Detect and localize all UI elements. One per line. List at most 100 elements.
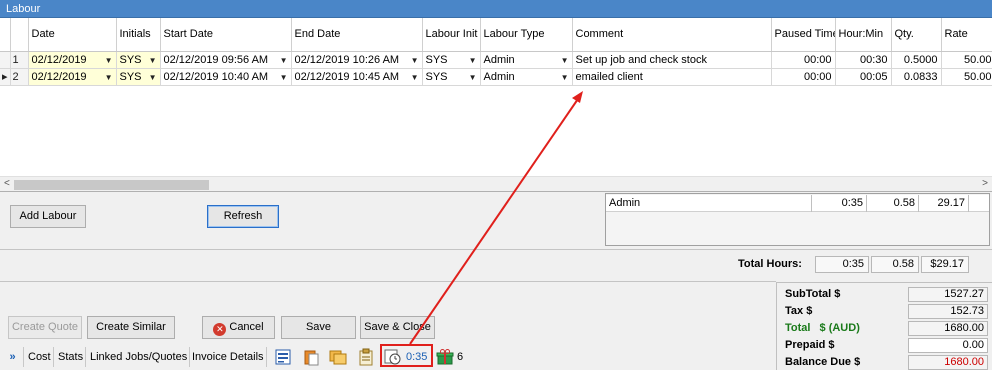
tab-linked-jobs-quotes[interactable]: Linked Jobs/Quotes	[88, 347, 191, 367]
column-header-rate[interactable]: Rate	[941, 18, 992, 52]
qty-cell[interactable]: 0.5000	[891, 51, 942, 69]
labour-init-cell[interactable]: SYS ▼	[422, 68, 481, 86]
column-header-start-date[interactable]: Start Date	[160, 18, 292, 52]
total-label: Total $ (AUD)	[785, 322, 860, 334]
folders-icon[interactable]	[329, 348, 347, 366]
column-header-labour-init[interactable]: Labour Init	[422, 18, 481, 52]
date-cell[interactable]: 02/12/2019 ▼	[28, 51, 117, 69]
start-date-value: 02/12/2019 09:56 AM	[163, 53, 269, 66]
paste-icon[interactable]	[302, 348, 320, 366]
row-indicator[interactable]: ▸	[0, 68, 11, 86]
summary-hours: 0.58	[867, 195, 919, 212]
dropdown-arrow-icon[interactable]: ▼	[105, 73, 113, 82]
hour-min-cell[interactable]: 00:05	[835, 68, 892, 86]
tab-invoice-details[interactable]: Invoice Details	[190, 347, 267, 367]
paused-time-cell[interactable]: 00:00	[771, 51, 836, 69]
total-time-value: 0:35	[815, 256, 869, 273]
rate-cell[interactable]: 50.00	[941, 51, 992, 69]
cancel-button[interactable]: ✕ Cancel	[202, 316, 275, 339]
grid-header-row: Date Initials Start Date End Date Labour…	[0, 18, 992, 52]
labour-init-cell[interactable]: SYS ▼	[422, 51, 481, 69]
dropdown-arrow-icon[interactable]: ▼	[411, 73, 419, 82]
table-row[interactable]: 1 02/12/2019 ▼ SYS ▼ 02/12/2019 09:56 AM ▼ …	[0, 51, 992, 69]
scroll-left-icon[interactable]: <	[4, 178, 10, 189]
rate-cell[interactable]: 50.00	[941, 68, 992, 86]
end-date-value: 02/12/2019 10:26 AM	[294, 53, 400, 66]
start-date-value: 02/12/2019 10:40 AM	[163, 70, 269, 83]
column-header-end-date[interactable]: End Date	[291, 18, 423, 52]
column-header-comment[interactable]: Comment	[572, 18, 772, 52]
create-quote-button[interactable]: Create Quote	[8, 316, 82, 339]
end-date-cell[interactable]: 02/12/2019 10:45 AM ▼	[291, 68, 423, 86]
save-close-button[interactable]: Save & Close	[360, 316, 435, 339]
qty-cell[interactable]: 0.0833	[891, 68, 942, 86]
dropdown-arrow-icon[interactable]: ▼	[411, 56, 419, 65]
summary-amount: 29.17	[919, 195, 969, 212]
subtotal-value: 1527.27	[908, 287, 988, 302]
dropdown-arrow-icon[interactable]: ▼	[280, 56, 288, 65]
hour-min-cell[interactable]: 00:30	[835, 51, 892, 69]
subtotal-label: SubTotal $	[785, 288, 841, 300]
dropdown-arrow-icon[interactable]: ▼	[469, 56, 477, 65]
column-header-hour-min[interactable]: Hour:Min	[835, 18, 892, 52]
dropdown-arrow-icon[interactable]: ▼	[149, 56, 157, 65]
tax-label: Tax $	[785, 305, 813, 317]
date-cell[interactable]: 02/12/2019 ▼	[28, 68, 117, 86]
labour-type-value: Admin	[483, 53, 515, 66]
labour-init-value: SYS	[425, 53, 448, 66]
refresh-button[interactable]: Refresh	[207, 205, 279, 228]
gift-icon[interactable]	[436, 348, 454, 366]
initials-value: SYS	[119, 53, 142, 66]
document-icon[interactable]	[274, 348, 292, 366]
end-date-cell[interactable]: 02/12/2019 10:26 AM ▼	[291, 51, 423, 69]
dropdown-arrow-icon[interactable]: ▼	[105, 56, 113, 65]
start-date-cell[interactable]: 02/12/2019 10:40 AM ▼	[160, 68, 292, 86]
dropdown-arrow-icon[interactable]: ▼	[280, 73, 288, 82]
labour-type-cell[interactable]: Admin ▼	[480, 68, 573, 86]
horizontal-scrollbar[interactable]: < >	[0, 176, 992, 191]
column-header-paused-time[interactable]: Paused Time	[771, 18, 836, 52]
dropdown-arrow-icon[interactable]: ▼	[469, 73, 477, 82]
comment-cell[interactable]: emailed client	[572, 68, 772, 86]
tab-cost[interactable]: Cost	[26, 347, 54, 367]
column-header-qty[interactable]: Qty.	[891, 18, 942, 52]
row-indicator[interactable]	[0, 51, 11, 69]
paused-time-cell[interactable]: 00:00	[771, 68, 836, 86]
summary-time: 0:35	[812, 195, 867, 212]
initials-cell[interactable]: SYS ▼	[116, 68, 161, 86]
row-indicator-header	[0, 18, 11, 52]
divider	[0, 281, 776, 282]
labour-grid[interactable]: Date Initials Start Date End Date Labour…	[0, 18, 992, 192]
column-header-date[interactable]: Date	[28, 18, 117, 52]
row-number: 1	[10, 51, 29, 69]
total-amount-value: $29.17	[921, 256, 969, 273]
create-similar-button[interactable]: Create Similar	[87, 316, 175, 339]
dropdown-arrow-icon[interactable]: ▼	[561, 73, 569, 82]
initials-cell[interactable]: SYS ▼	[116, 51, 161, 69]
clipboard-icon[interactable]	[357, 348, 375, 366]
column-header-initials[interactable]: Initials	[116, 18, 161, 52]
cancel-label: Cancel	[229, 321, 264, 333]
prepaid-label: Prepaid $	[785, 339, 835, 351]
table-row[interactable]: ▸ 2 02/12/2019 ▼ SYS ▼ 02/12/2019 10:40 AM…	[0, 68, 992, 86]
start-date-cell[interactable]: 02/12/2019 09:56 AM ▼	[160, 51, 292, 69]
dropdown-arrow-icon[interactable]: ▼	[561, 56, 569, 65]
column-header-rownum[interactable]	[10, 18, 29, 52]
dropdown-arrow-icon[interactable]: ▼	[149, 73, 157, 82]
tab-stats[interactable]: Stats	[56, 347, 87, 367]
save-button[interactable]: Save	[281, 316, 356, 339]
annotation-highlight-box	[380, 344, 433, 367]
total-value: 1680.00	[908, 321, 988, 336]
summary-type: Admin	[606, 195, 812, 212]
labour-type-cell[interactable]: Admin ▼	[480, 51, 573, 69]
labour-init-value: SYS	[425, 70, 448, 83]
prepaid-field[interactable]: 0.00	[908, 338, 988, 353]
balance-due-label: Balance Due $	[785, 356, 861, 368]
expand-tabs-icon[interactable]: »	[2, 347, 24, 367]
add-labour-button[interactable]: Add Labour	[10, 205, 86, 228]
column-header-labour-type[interactable]: Labour Type	[480, 18, 573, 52]
scrollbar-thumb[interactable]	[14, 180, 209, 190]
date-value: 02/12/2019	[31, 53, 87, 66]
scroll-right-icon[interactable]: >	[982, 178, 988, 189]
comment-cell[interactable]: Set up job and check stock	[572, 51, 772, 69]
